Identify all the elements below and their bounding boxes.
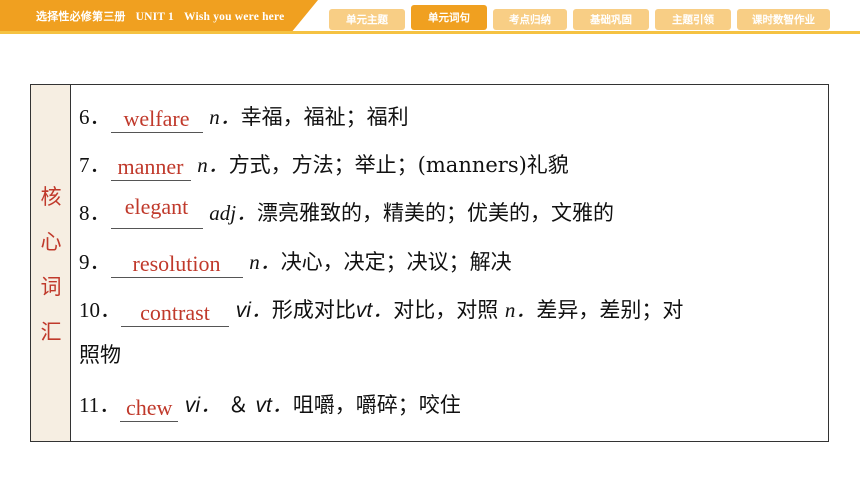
part-of-speech: vt． (355, 299, 394, 322)
tab-unit-theme[interactable]: 单元主题 (329, 9, 405, 30)
entry-number: 7． (79, 153, 111, 177)
ampersand: ＆ (227, 393, 249, 417)
vocabulary-table: 核 心 词 汇 6． welfare n．幸福，福祉；福利 7． manner n．… (30, 84, 829, 442)
tab-key-points[interactable]: 考点归纳 (493, 9, 567, 30)
entry-10-continued: 照物 (79, 339, 121, 371)
entry-number: 11． (79, 393, 121, 417)
entry-number: 6． (79, 105, 111, 129)
part-of-speech: n． (249, 250, 281, 274)
entry-11: 11． chew vi． ＆ vt．咀嚼，嚼碎；咬住 (79, 389, 461, 422)
entry-6: 6． welfare n．幸福，福祉；福利 (79, 101, 409, 133)
entry-9: 9． resolution n．决心，决定；决议；解决 (79, 246, 512, 278)
answer-text: elegant (124, 194, 189, 219)
unit-number: UNIT 1 (135, 11, 174, 23)
meaning: 漂亮雅致的，精美的；优美的，文雅的 (257, 201, 615, 225)
top-bar: 选择性必修第三册 UNIT 1 Wish you were here 单元主题 单元… (0, 0, 860, 34)
part-of-speech: adj． (209, 201, 258, 225)
part-of-speech: n． (504, 298, 537, 322)
entry-7: 7． manner n．方式，方法；举止；(manners)礼貌 (79, 149, 569, 181)
answer-blank: welfare (110, 104, 203, 133)
meaning: 照物 (79, 343, 121, 367)
meaning: 方式，方法；举止；(manners)礼貌 (228, 153, 569, 177)
meaning: 对比，对照 (393, 298, 499, 322)
unit-name: Wish you were here (183, 11, 285, 23)
side-label-char: 词 (40, 275, 62, 299)
meaning: 形成对比 (271, 298, 356, 322)
tab-unit-words[interactable]: 单元词句 (411, 5, 487, 30)
entry-number: 8． (79, 201, 111, 225)
part-of-speech: n． (197, 153, 229, 177)
entry-10: 10． contrast vi．形成对比vt．对比，对照 n．差异，差别；对 (79, 294, 684, 327)
part-of-speech: vt． (255, 394, 293, 417)
meaning: 差异，差别；对 (536, 298, 684, 322)
side-label-char: 核 (40, 185, 62, 209)
answer-text: contrast (140, 300, 210, 325)
side-label-char: 心 (40, 230, 62, 254)
book-title: 选择性必修第三册 (36, 10, 126, 23)
answer-text: welfare (123, 106, 190, 131)
tab-theme-lead[interactable]: 主题引领 (655, 9, 731, 30)
answer-text: manner (117, 154, 184, 179)
answer-blank: resolution (110, 249, 243, 278)
meaning: 幸福，福祉；福利 (240, 105, 409, 129)
course-title: 选择性必修第三册 UNIT 1 Wish you were here (36, 8, 284, 24)
meaning: 咀嚼，嚼碎；咬住 (292, 393, 461, 417)
answer-text: resolution (132, 251, 221, 276)
answer-blank: chew (120, 393, 179, 422)
tab-basic-practice[interactable]: 基础巩固 (573, 9, 649, 30)
answer-blank: manner (110, 152, 191, 181)
part-of-speech: n． (209, 105, 241, 129)
entry-number: 10． (79, 298, 121, 322)
answer-blank: elegant (110, 194, 203, 229)
entry-number: 9． (79, 250, 111, 274)
header-divider (0, 31, 860, 34)
side-label-char: 汇 (40, 320, 62, 344)
answer-text: chew (126, 395, 173, 420)
side-label-cell: 核 心 词 汇 (31, 85, 71, 441)
part-of-speech: vi． (184, 394, 222, 417)
entry-8: 8． elegant adj．漂亮雅致的，精美的；优美的，文雅的 (79, 194, 615, 229)
answer-blank: contrast (121, 298, 229, 327)
part-of-speech: vi． (235, 299, 272, 322)
tab-homework[interactable]: 课时数智作业 (737, 9, 830, 30)
meaning: 决心，决定；决议；解决 (280, 250, 512, 274)
